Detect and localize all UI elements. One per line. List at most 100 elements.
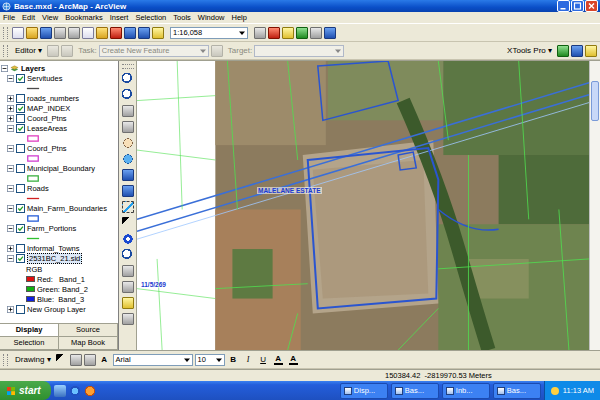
menu-item[interactable]: File <box>3 13 15 22</box>
expand-icon[interactable] <box>7 245 14 252</box>
map-view[interactable]: MALELANE ESTATE11/5/269 <box>137 61 600 350</box>
scale-combo[interactable]: 1:16,058 <box>170 27 248 39</box>
add-data-icon[interactable] <box>152 27 164 39</box>
time-slider-icon[interactable] <box>122 313 134 325</box>
tray-icon[interactable] <box>551 387 559 395</box>
layer-row[interactable]: MAP_INDEX <box>1 103 117 113</box>
layer-checkbox[interactable] <box>16 124 25 133</box>
color-button[interactable]: A <box>272 355 285 365</box>
layer-row[interactable]: Informal_Towns <box>1 243 117 253</box>
arccatalog-icon[interactable] <box>282 27 294 39</box>
task-combo[interactable]: Create New Feature <box>99 45 209 57</box>
layer-row[interactable]: Coord_Ptns <box>1 113 117 123</box>
layer-checkbox[interactable] <box>16 144 25 153</box>
layer-row[interactable]: Farm_Portions <box>1 223 117 233</box>
expand-icon[interactable] <box>7 95 14 102</box>
find-icon[interactable] <box>122 249 134 261</box>
menu-item[interactable]: Help <box>232 13 247 22</box>
hyperlink-icon[interactable] <box>122 297 134 309</box>
internet-explorer-icon[interactable] <box>69 385 81 397</box>
layer-name[interactable]: Municipal_Boundary <box>27 164 95 173</box>
convert-icon[interactable] <box>585 45 597 57</box>
toc-tab[interactable]: Display <box>0 323 59 337</box>
layer-checkbox[interactable] <box>16 104 25 113</box>
font-combo[interactable]: Arial <box>113 354 193 366</box>
layer-checkbox[interactable] <box>16 94 25 103</box>
layer-row[interactable]: Servitudes <box>1 73 117 83</box>
layer-checkbox[interactable] <box>16 74 25 83</box>
globe-full-extent-icon[interactable] <box>122 153 134 165</box>
menu-item[interactable]: View <box>42 13 58 22</box>
target-combo[interactable] <box>254 45 344 57</box>
layer-checkbox[interactable] <box>16 114 25 123</box>
layer-name[interactable]: LeaseAreas <box>27 124 67 133</box>
edit-tool-icon[interactable] <box>47 45 59 57</box>
text-style-button[interactable]: B <box>227 355 240 364</box>
vertical-scrollbar[interactable] <box>589 61 600 350</box>
select-features-icon[interactable] <box>122 201 134 213</box>
drawing-menu-button[interactable]: Drawing ▾ <box>12 355 54 364</box>
layer-name[interactable]: Main_Farm_Boundaries <box>27 204 107 213</box>
print-icon[interactable] <box>54 27 66 39</box>
editor-menu-button[interactable]: Editor ▾ <box>12 46 45 55</box>
new-document-icon[interactable] <box>12 27 24 39</box>
layers-root[interactable]: Layers <box>1 63 117 73</box>
menu-item[interactable]: Bookmarks <box>65 13 103 22</box>
start-button[interactable]: start <box>0 381 51 400</box>
sketch-pencil-icon[interactable] <box>61 45 73 57</box>
fixed-zoom-out-icon[interactable] <box>122 121 134 133</box>
rotate-icon[interactable] <box>70 354 82 366</box>
layer-checkbox[interactable] <box>16 305 25 314</box>
layer-row[interactable]: Roads <box>1 183 117 193</box>
editor-toolbar-icon[interactable] <box>254 27 266 39</box>
toc-tab[interactable]: Selection <box>0 336 59 350</box>
model-icon[interactable] <box>296 27 308 39</box>
rectangle-icon[interactable] <box>84 354 96 366</box>
toc-tab[interactable]: Map Book <box>58 336 118 350</box>
collapse-icon[interactable] <box>7 145 14 152</box>
collapse-icon[interactable] <box>7 185 14 192</box>
select-elements-icon[interactable] <box>122 217 134 229</box>
undo-icon[interactable] <box>124 27 136 39</box>
layer-name[interactable]: Coord_Ptns <box>27 144 67 153</box>
pan-icon[interactable] <box>122 137 134 149</box>
select-pointer-icon[interactable] <box>56 354 68 366</box>
layer-row[interactable]: Coord_Ptns <box>1 143 117 153</box>
collapse-icon[interactable] <box>7 75 14 82</box>
collapse-icon[interactable] <box>7 205 14 212</box>
layer-name[interactable]: MAP_INDEX <box>27 104 70 113</box>
map-canvas[interactable]: MALELANE ESTATE11/5/269 <box>137 61 589 350</box>
collapse-icon[interactable] <box>7 255 14 262</box>
menu-item[interactable]: Tools <box>173 13 191 22</box>
open-folder-icon[interactable] <box>26 27 38 39</box>
text-style-button[interactable]: U <box>257 355 270 364</box>
taskbar-task[interactable]: Inb... <box>442 383 490 399</box>
go-to-xy-icon[interactable] <box>122 265 134 277</box>
layer-name[interactable]: Farm_Portions <box>27 224 76 233</box>
paste-icon[interactable] <box>96 27 108 39</box>
taskbar-task[interactable]: Disp... <box>340 383 388 399</box>
layer-row[interactable]: New Group Layer <box>1 304 117 314</box>
font-size-combo[interactable]: 10 <box>195 354 225 366</box>
taskbar-task[interactable]: Bas... <box>391 383 439 399</box>
layer-row[interactable]: LeaseAreas <box>1 123 117 133</box>
delete-icon[interactable] <box>110 27 122 39</box>
menu-item[interactable]: Edit <box>22 13 35 22</box>
cut-icon[interactable] <box>68 27 80 39</box>
back-extent-icon[interactable] <box>122 169 134 181</box>
layer-name[interactable]: New Group Layer <box>27 305 86 314</box>
expand-icon[interactable] <box>7 115 14 122</box>
table-icon[interactable] <box>571 45 583 57</box>
forward-extent-icon[interactable] <box>122 185 134 197</box>
layer-row[interactable]: Main_Farm_Boundaries <box>1 203 117 213</box>
maximize-button[interactable] <box>571 0 584 12</box>
toc-tab[interactable]: Source <box>58 323 118 337</box>
layer-name[interactable]: Servitudes <box>27 74 62 83</box>
command-line-icon[interactable] <box>310 27 322 39</box>
layer-name[interactable]: Roads <box>27 184 49 193</box>
fixed-zoom-in-icon[interactable] <box>122 105 134 117</box>
layer-row[interactable]: roads_numbers <box>1 93 117 103</box>
whats-this-icon[interactable] <box>324 27 336 39</box>
close-button[interactable] <box>585 0 598 12</box>
media-icon[interactable] <box>84 385 96 397</box>
